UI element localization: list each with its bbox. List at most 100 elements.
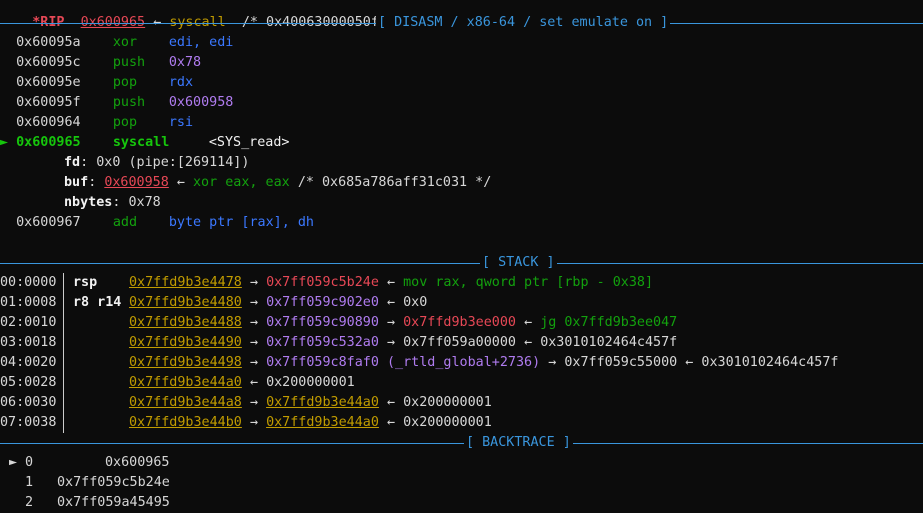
arrow-right-icon: → xyxy=(249,315,258,330)
stack-row[interactable]: 07:0038 0x7ffd9b3e44b0 → 0x7ffd9b3e44a0 ←… xyxy=(0,413,492,433)
stack-register: r8 r14 xyxy=(73,295,122,310)
disasm-mnemonic: xor xyxy=(112,35,138,50)
syscall-name: <SYS_read> xyxy=(208,135,290,150)
disasm-mnemonic: pop xyxy=(112,115,138,130)
arrow-right-icon: → xyxy=(249,415,258,430)
stack-row[interactable]: 05:0028 0x7ffd9b3e44a0 ← 0x200000001 xyxy=(0,373,355,393)
stack-value: 0x200000001 xyxy=(266,375,355,390)
stack-value: 0x200000001 xyxy=(403,415,492,430)
disasm-mnemonic: push xyxy=(112,95,146,110)
stack-register: rsp xyxy=(73,275,98,290)
arrow-right-icon: → xyxy=(387,335,396,350)
disasm-mnemonic: pop xyxy=(112,75,138,90)
disasm-mnemonic-current: syscall xyxy=(112,135,170,150)
arrow-left-icon: ← xyxy=(387,415,396,430)
arrow-right-icon: → xyxy=(548,355,557,370)
current-instruction-marker-icon: ► xyxy=(0,135,9,150)
data-pointer: 0x7ff059c532a0 xyxy=(266,335,379,350)
stack-address[interactable]: 0x7ffd9b3e4480 xyxy=(129,295,242,310)
stack-row[interactable]: 04:0020 0x7ffd9b3e4498 → 0x7ff059c8faf0 (… xyxy=(0,353,838,373)
disasm-line[interactable]: 0x60095a xor edi, edi xyxy=(0,33,233,53)
arg-name: buf xyxy=(64,175,89,190)
arrow-left-icon: ← xyxy=(387,295,396,310)
stack-row[interactable]: 06:0030 0x7ffd9b3e44a8 → 0x7ffd9b3e44a0 ←… xyxy=(0,393,492,413)
stack-row[interactable]: 02:0010 0x7ffd9b3e4488 → 0x7ff059c90890 →… xyxy=(0,313,677,333)
frame-number: 0 xyxy=(25,455,34,470)
disasm-address: 0x60095a xyxy=(16,35,81,50)
disasm-address: 0x60095c xyxy=(16,55,81,70)
stack-row[interactable]: 00:0000 rsp 0x7ffd9b3e4478 → 0x7ff059c5b24… xyxy=(0,273,653,293)
backtrace-header: [ BACKTRACE ] xyxy=(464,433,573,453)
code-pointer: 0x7ffd9b3ee000 xyxy=(403,315,516,330)
stack-pointer[interactable]: 0x7ffd9b3e44a0 xyxy=(266,395,379,410)
stack-address[interactable]: 0x7ffd9b3e4488 xyxy=(129,315,242,330)
arrow-left-icon: ← xyxy=(524,335,533,350)
stack-address[interactable]: 0x7ffd9b3e4478 xyxy=(129,275,242,290)
code-pointer: 0x7ff059c5b24e xyxy=(266,275,379,290)
disasm-line[interactable]: 0x600964 pop rsi xyxy=(0,113,193,133)
arrow-left-icon: ← xyxy=(387,395,396,410)
stack-value: 0x0 xyxy=(403,295,428,310)
stack-value: 0x200000001 xyxy=(403,395,492,410)
stack-address[interactable]: 0x7ffd9b3e4490 xyxy=(129,335,242,350)
arg-value: 0x0 (pipe:[269114]) xyxy=(96,155,250,170)
disasm-line-current[interactable]: ► 0x600965 syscall <SYS_read> xyxy=(0,133,290,153)
rip-line: *RIP 0x600965 ← syscall /* 0x40063000050… xyxy=(0,0,403,30)
pointer-value: 0x7ff059c55000 xyxy=(564,355,678,370)
arrow-right-icon: → xyxy=(249,295,258,310)
backtrace-rule xyxy=(0,443,923,444)
stack-row[interactable]: 03:0018 0x7ffd9b3e4490 → 0x7ff059c532a0 →… xyxy=(0,333,677,353)
stack-value: 0x3010102464c457f xyxy=(540,335,678,350)
arg-comment: /* 0x685a786aff31c031 */ xyxy=(297,175,492,190)
arrow-left-icon: ← xyxy=(387,275,396,290)
arrow-left-icon: ← xyxy=(685,355,694,370)
terminal-window: *RIP 0x600965 ← syscall /* 0x40063000050… xyxy=(0,0,923,510)
arg-buf-address[interactable]: 0x600958 xyxy=(104,175,169,190)
stack-row[interactable]: 01:0008 r8 r14 0x7ffd9b3e4480 → 0x7ff059c9… xyxy=(0,293,427,313)
stack-offset: 02:0010 xyxy=(0,315,57,330)
disasm-operands: edi, edi xyxy=(168,35,234,50)
disasm-operands: rdx xyxy=(168,75,194,90)
stack-offset: 01:0008 xyxy=(0,295,57,310)
syscall-arg-buf: buf: 0x600958 ← xor eax, eax /* 0x685a78… xyxy=(64,175,492,190)
frame-address: 0x7ff059a45495 xyxy=(57,495,170,510)
disasm-separator: [ DISASM / x86-64 / set emulate on ] xyxy=(0,13,923,33)
disasm-operands: 0x600958 xyxy=(168,95,234,110)
disasm-line[interactable]: 0x60095c push 0x78 xyxy=(0,53,201,73)
stack-offset: 00:0000 xyxy=(0,275,57,290)
frame-address: 0x7ff059c5b24e xyxy=(57,475,170,490)
frame-number: 1 xyxy=(25,475,34,490)
stack-address[interactable]: 0x7ffd9b3e44a8 xyxy=(129,395,242,410)
arrow-right-icon: → xyxy=(249,335,258,350)
disasm-address: 0x600967 xyxy=(16,215,81,230)
disasm-address: 0x60095e xyxy=(16,75,81,90)
disasm-operands: byte ptr [rax], dh xyxy=(168,215,314,230)
stack-rule xyxy=(0,263,923,264)
current-frame-marker-icon: ► xyxy=(9,455,18,470)
stack-address[interactable]: 0x7ffd9b3e4498 xyxy=(129,355,242,370)
arg-instruction: xor eax, eax xyxy=(193,175,290,190)
stack-offset: 05:0028 xyxy=(0,375,57,390)
stack-separator: [ STACK ] xyxy=(0,253,923,273)
stack-address[interactable]: 0x7ffd9b3e44b0 xyxy=(129,415,242,430)
arg-name: fd xyxy=(64,155,81,170)
stack-pointer[interactable]: 0x7ffd9b3e44a0 xyxy=(266,415,379,430)
arg-value: 0x78 xyxy=(128,195,161,210)
arrow-right-icon: → xyxy=(387,315,396,330)
backtrace-separator: [ BACKTRACE ] xyxy=(0,433,923,453)
arrow-right-icon: → xyxy=(249,355,258,370)
syscall-arg-fd: fd: 0x0 (pipe:[269114]) xyxy=(64,155,250,170)
stack-offset: 04:0020 xyxy=(0,355,57,370)
disasm-operands: 0x78 xyxy=(168,55,202,70)
stack-address[interactable]: 0x7ffd9b3e44a0 xyxy=(129,375,242,390)
disasm-line[interactable]: 0x600967 add byte ptr [rax], dh xyxy=(0,213,314,233)
syscall-arg-nbytes: nbytes: 0x78 xyxy=(64,195,161,210)
disasm-operands: rsi xyxy=(168,115,194,130)
arrow-left-icon: ← xyxy=(249,375,258,390)
disasm-mnemonic: add xyxy=(112,215,138,230)
disasm-line[interactable]: 0x60095e pop rdx xyxy=(0,73,193,93)
data-pointer: 0x7ff059c902e0 xyxy=(266,295,379,310)
disasm-line[interactable]: 0x60095f push 0x600958 xyxy=(0,93,233,113)
disasm-address: 0x600964 xyxy=(16,115,81,130)
arg-arrow: ← xyxy=(176,175,185,190)
